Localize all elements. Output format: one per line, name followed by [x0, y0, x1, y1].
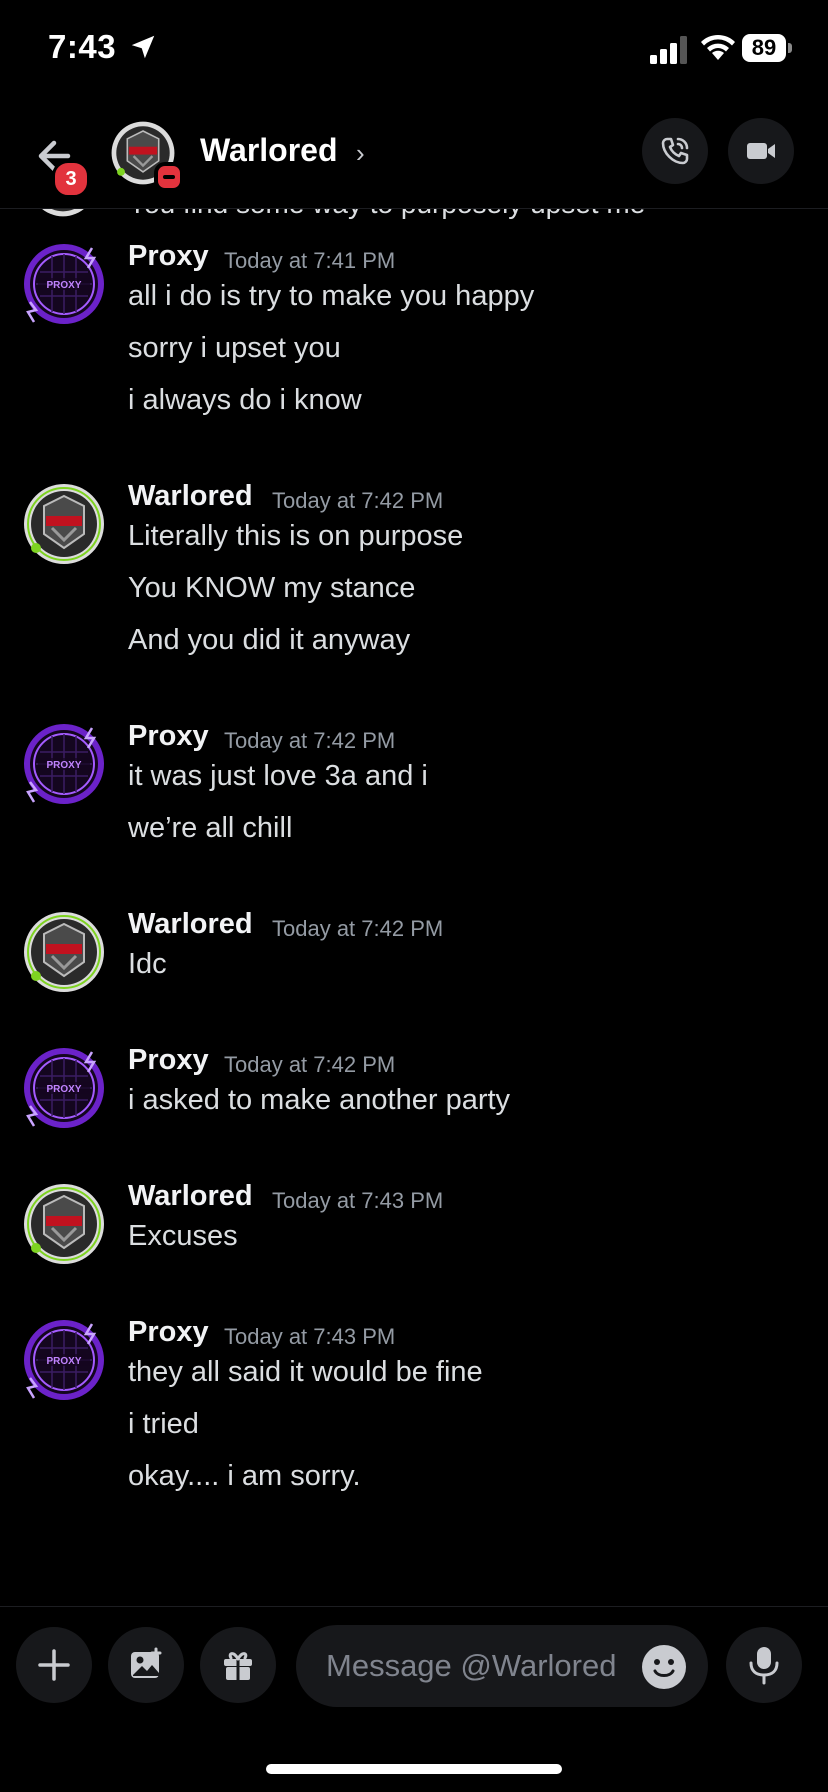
message-text[interactable]: they all said it would be fine — [128, 1356, 483, 1389]
emoji-icon[interactable] — [642, 1645, 686, 1689]
message-timestamp: Today at 7:43 PM — [272, 1188, 444, 1213]
location-arrow-icon — [131, 35, 155, 59]
partial-message-text: You find some way to purposely upset me — [128, 208, 645, 220]
svg-text:PROXY: PROXY — [46, 1356, 81, 1367]
message-text[interactable]: we’re all chill — [128, 812, 292, 845]
channel-name[interactable]: Warlored — [200, 132, 338, 169]
home-indicator[interactable] — [266, 1764, 562, 1774]
message-text[interactable]: it was just love 3a and i — [128, 760, 428, 793]
svg-text:PROXY: PROXY — [46, 760, 81, 771]
message-text[interactable]: i tried — [128, 1408, 199, 1441]
microphone-icon — [749, 1647, 779, 1685]
proxy-avatar[interactable]: PROXY — [22, 1318, 106, 1402]
message-text[interactable]: You KNOW my stance — [128, 572, 415, 605]
gift-button[interactable] — [200, 1627, 276, 1703]
cellular-signal-icon — [650, 36, 687, 64]
message-timestamp: Today at 7:42 PM — [224, 1052, 396, 1077]
video-camera-icon — [747, 143, 775, 159]
warlored-avatar[interactable] — [22, 482, 106, 566]
proxy-avatar[interactable]: PROXY — [22, 722, 106, 806]
proxy-avatar[interactable]: PROXY — [22, 1046, 106, 1130]
battery-level: 89 — [742, 34, 786, 62]
message-text[interactable]: all i do is try to make you happy — [128, 280, 534, 313]
message-author[interactable]: Proxy — [128, 1316, 209, 1349]
message-timestamp: Today at 7:42 PM — [272, 488, 444, 513]
message-text[interactable]: i asked to make another party — [128, 1084, 510, 1117]
message-author[interactable]: Warlored — [128, 1180, 253, 1213]
message-timestamp: Today at 7:41 PM — [224, 248, 396, 273]
message-timestamp: Today at 7:42 PM — [224, 728, 396, 753]
status-bar: 7:43 89 — [0, 0, 828, 100]
add-attachment-button[interactable] — [16, 1627, 92, 1703]
message-text[interactable]: Idc — [128, 948, 167, 981]
message-author[interactable]: Warlored — [128, 908, 253, 941]
warlored-avatar[interactable] — [22, 1182, 106, 1266]
message-timestamp: Today at 7:42 PM — [272, 916, 444, 941]
image-icon — [131, 1647, 162, 1678]
message-text[interactable]: sorry i upset you — [128, 332, 341, 365]
svg-text:PROXY: PROXY — [46, 1084, 81, 1095]
svg-text:PROXY: PROXY — [46, 280, 81, 291]
voice-call-button[interactable] — [642, 118, 708, 184]
do-not-disturb-status-icon — [154, 162, 184, 192]
wifi-icon — [701, 34, 735, 60]
message-text[interactable]: Literally this is on purpose — [128, 520, 463, 553]
smiley-face-icon — [653, 1659, 675, 1677]
message-author[interactable]: Proxy — [128, 240, 209, 273]
phone-icon — [661, 137, 689, 165]
warlored-avatar — [40, 208, 86, 217]
message-input[interactable] — [324, 1645, 628, 1687]
battery-tip — [788, 43, 792, 53]
plus-icon — [38, 1649, 70, 1681]
image-picker-button[interactable] — [108, 1627, 184, 1703]
message-timestamp: Today at 7:43 PM — [224, 1324, 396, 1349]
message-author[interactable]: Proxy — [128, 720, 209, 753]
unread-badge: 3 — [52, 160, 90, 198]
status-time: 7:43 — [48, 28, 117, 65]
message-text[interactable]: Excuses — [128, 1220, 238, 1253]
message-list[interactable]: You find some way to purposely upset me … — [0, 208, 828, 1608]
message-author[interactable]: Warlored — [128, 480, 253, 513]
chevron-right-icon[interactable]: › — [356, 138, 365, 169]
video-call-button[interactable] — [728, 118, 794, 184]
battery-icon: 89 — [742, 34, 792, 62]
message-text[interactable]: i always do i know — [128, 384, 362, 417]
message-author[interactable]: Proxy — [128, 1044, 209, 1077]
message-composer — [0, 1606, 828, 1727]
proxy-avatar[interactable]: PROXY — [22, 242, 106, 326]
voice-message-button[interactable] — [726, 1627, 802, 1703]
dm-header: 3 Warlored › — [0, 100, 828, 209]
message-text[interactable]: okay.... i am sorry. — [128, 1460, 361, 1493]
message-input-container[interactable] — [296, 1625, 708, 1707]
warlored-avatar[interactable] — [22, 910, 106, 994]
message-text[interactable]: And you did it anyway — [128, 624, 410, 657]
gift-icon — [224, 1652, 252, 1680]
